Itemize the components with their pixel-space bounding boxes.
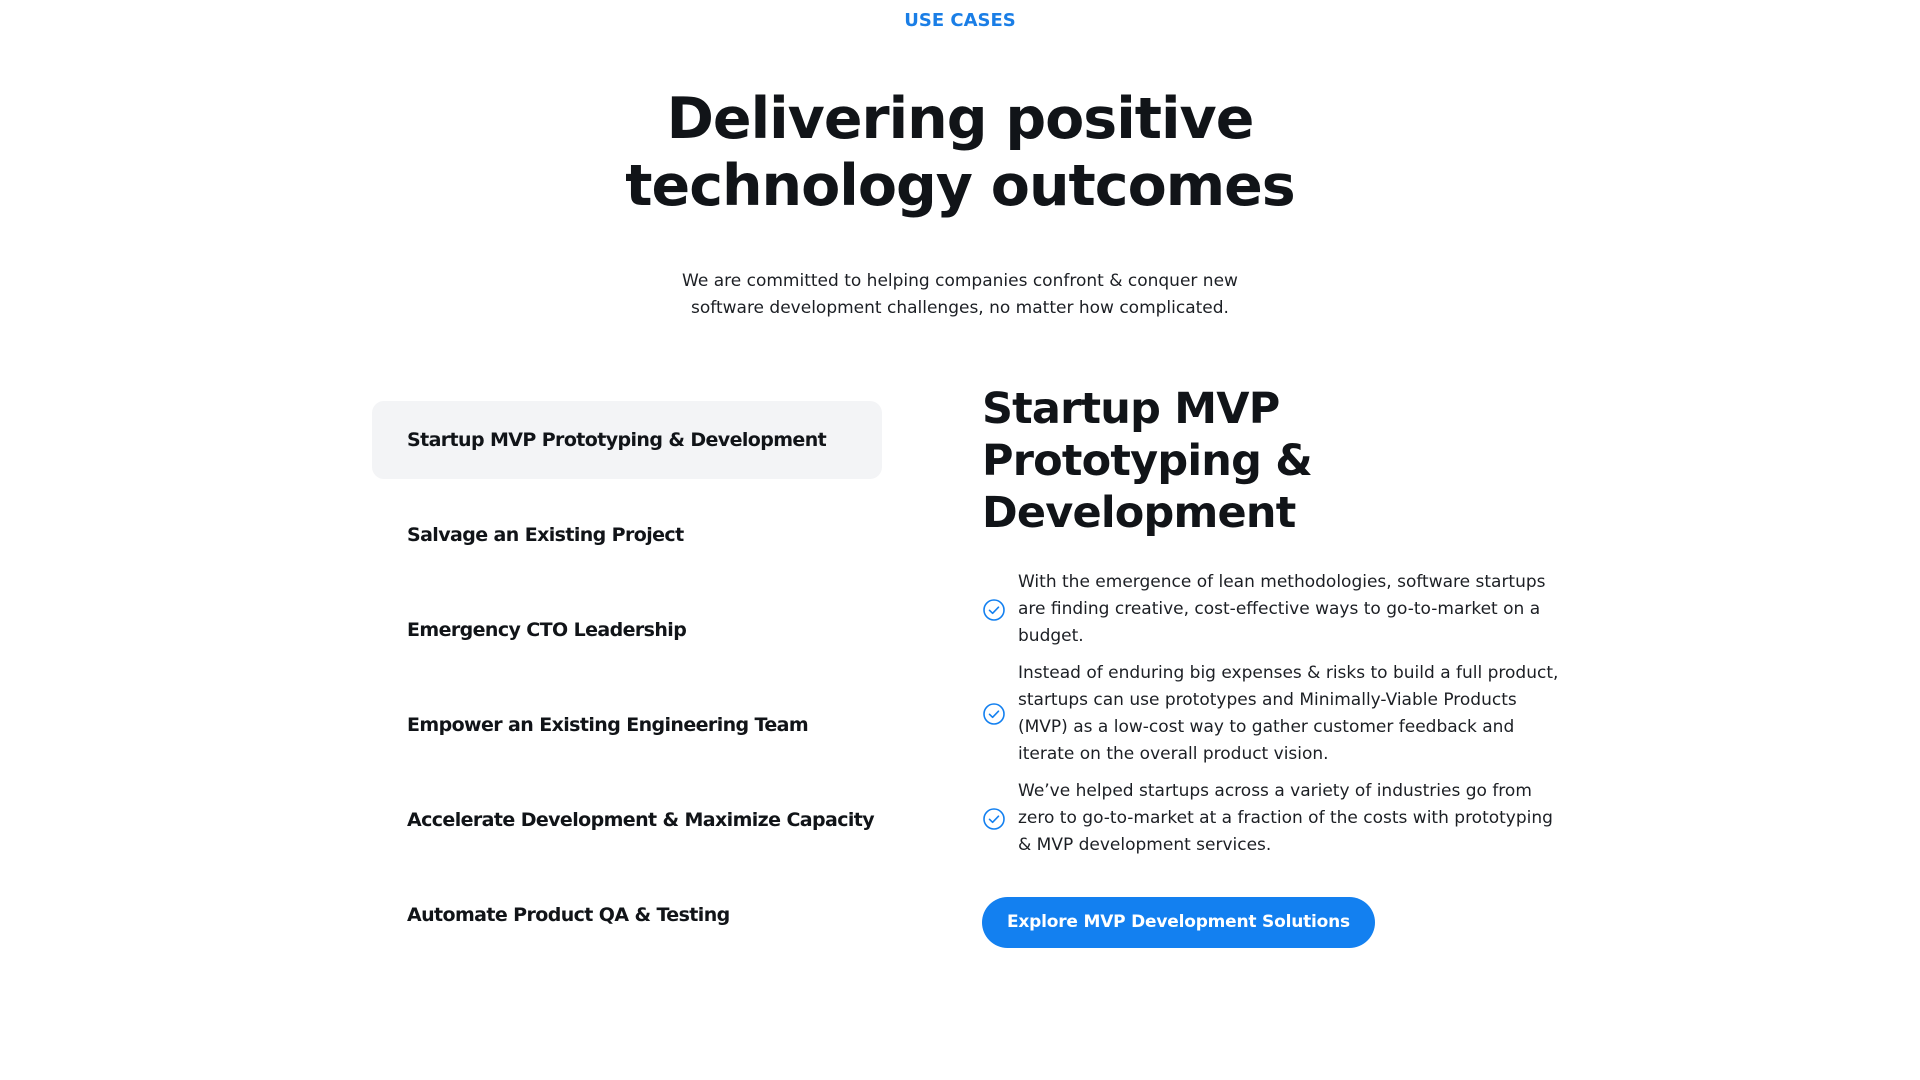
- check-circle-icon: [983, 598, 1005, 621]
- tab-startup-mvp[interactable]: Startup MVP Prototyping & Development: [372, 401, 882, 479]
- detail-point: With the emergence of lean methodologies…: [982, 569, 1562, 650]
- check-circle-icon: [983, 807, 1005, 830]
- use-cases-section: USE CASES Delivering positive technology…: [0, 0, 1920, 1080]
- detail-title: Startup MVP Prototyping & Development: [982, 384, 1313, 538]
- check-circle-icon: [983, 703, 1005, 725]
- tab-emergency-cto[interactable]: Emergency CTO Leadership: [372, 591, 882, 669]
- tab-empower-team[interactable]: Empower an Existing Engineering Team: [372, 686, 882, 764]
- use-case-tab-list: Startup MVP Prototyping & Development Sa…: [372, 401, 882, 971]
- use-case-detail-panel: Startup MVP Prototyping & Development Wi…: [982, 383, 1562, 948]
- detail-point-text: Instead of enduring big expenses & risks…: [1018, 663, 1559, 764]
- detail-point: We’ve helped startups across a variety o…: [982, 778, 1562, 859]
- tab-automate-qa[interactable]: Automate Product QA & Testing: [372, 876, 882, 954]
- detail-point-text: We’ve helped startups across a variety o…: [1018, 781, 1553, 855]
- detail-point-text: With the emergence of lean methodologies…: [1018, 572, 1546, 646]
- detail-point-list: With the emergence of lean methodologies…: [982, 569, 1562, 859]
- tab-accelerate-development[interactable]: Accelerate Development & Maximize Capaci…: [372, 781, 882, 859]
- section-title: Delivering positive technology outcomes: [625, 86, 1295, 219]
- explore-mvp-solutions-button[interactable]: Explore MVP Development Solutions: [982, 897, 1375, 948]
- detail-point: Instead of enduring big expenses & risks…: [982, 660, 1562, 768]
- section-eyebrow: USE CASES: [904, 10, 1016, 31]
- tab-salvage-project[interactable]: Salvage an Existing Project: [372, 496, 882, 574]
- section-subtitle: We are committed to helping companies co…: [682, 271, 1238, 318]
